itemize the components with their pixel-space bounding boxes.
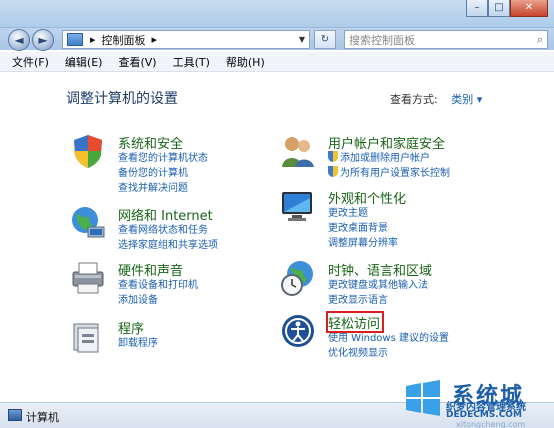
category-title[interactable]: 硬件和声音 (118, 260, 183, 279)
menu-edit[interactable]: 编辑(E) (65, 54, 103, 70)
page-title: 调整计算机的设置 (66, 91, 178, 107)
uac-shield-icon (328, 166, 338, 177)
view-by: 查看方式: 类别 ▾ (390, 91, 482, 107)
link-network-status[interactable]: 查看网络状态和任务 (118, 223, 218, 238)
link-uninstall[interactable]: 卸载程序 (118, 336, 158, 351)
link-change-theme[interactable]: 更改主题 (328, 206, 398, 221)
uac-shield-icon (328, 151, 338, 162)
breadcrumb-arrow[interactable]: ▸ (87, 33, 99, 46)
category-title[interactable]: 用户帐户和家庭安全 (328, 133, 445, 152)
refresh-button[interactable]: ↻ (314, 30, 336, 49)
monitor-icon (282, 192, 312, 221)
minimize-button[interactable]: – (466, 0, 488, 17)
link-keyboard-input[interactable]: 更改键盘或其他输入法 (328, 278, 428, 293)
ease-of-access-icon (282, 315, 314, 347)
menu-bar: 文件(F) 编辑(E) 查看(V) 工具(T) 帮助(H) (0, 52, 554, 72)
address-dropdown-icon[interactable]: ▼ (295, 35, 309, 44)
link-add-device[interactable]: 添加设备 (118, 293, 198, 308)
control-panel-icon (67, 33, 83, 46)
link-desktop-background[interactable]: 更改桌面背景 (328, 221, 398, 236)
link-display-language[interactable]: 更改显示语言 (328, 293, 428, 308)
window-controls: – □ ✕ (466, 0, 548, 17)
category-title[interactable]: 程序 (118, 318, 144, 337)
menu-help[interactable]: 帮助(H) (226, 54, 265, 70)
breadcrumb-control-panel[interactable]: 控制面板 (99, 32, 149, 48)
watermark-line2: DEDECMS.COM (446, 410, 522, 420)
title-bar: – □ ✕ (0, 0, 554, 28)
view-by-dropdown[interactable]: 类别 ▾ (451, 93, 482, 106)
link-devices-printers[interactable]: 查看设备和打印机 (118, 278, 198, 293)
search-placeholder: 搜索控制面板 (349, 33, 415, 47)
network-globe-icon (72, 207, 105, 238)
programs-icon (73, 323, 99, 353)
menu-file[interactable]: 文件(F) (12, 54, 49, 70)
users-icon (282, 137, 314, 167)
menu-view[interactable]: 查看(V) (118, 54, 156, 70)
watermark: 系统城 织梦内容管理系统 DEDECMS.COM xitongcheng.com (402, 376, 554, 428)
menu-tools[interactable]: 工具(T) (173, 54, 210, 70)
category-title[interactable]: 时钟、语言和区域 (328, 260, 432, 279)
link-homegroup[interactable]: 选择家庭组和共享选项 (118, 238, 218, 253)
link-screen-resolution[interactable]: 调整屏幕分辨率 (328, 236, 398, 251)
search-icon[interactable]: ⌕ (537, 33, 543, 47)
link-windows-recommended[interactable]: 使用 Windows 建议的设置 (328, 331, 449, 346)
link-backup[interactable]: 备份您的计算机 (118, 166, 208, 181)
category-title[interactable]: 外观和个性化 (328, 188, 406, 207)
address-bar[interactable]: ▸ 控制面板 ▸ ▼ (62, 30, 310, 49)
maximize-button[interactable]: □ (488, 0, 510, 17)
link-optimize-video[interactable]: 优化视频显示 (328, 346, 449, 361)
back-button[interactable]: ◄ (8, 29, 30, 51)
search-input[interactable]: 搜索控制面板 ⌕ (344, 30, 548, 49)
clock-globe-icon (281, 261, 313, 296)
shield-icon (74, 135, 102, 168)
category-title[interactable]: 系统和安全 (118, 133, 183, 152)
category-title[interactable]: 网络和 Internet (118, 205, 213, 224)
link-parental-controls[interactable]: 为所有用户设置家长控制 (328, 166, 450, 181)
ease-of-access-highlight (326, 311, 384, 333)
control-panel-content: 调整计算机的设置 查看方式: 类别 ▾ 系统和安全 查看您的计算机状态 备份您的… (0, 73, 554, 400)
watermark-line3: xitongcheng.com (456, 420, 526, 428)
status-text: 计算机 (26, 411, 59, 424)
view-by-label: 查看方式: (390, 93, 438, 106)
link-check-status[interactable]: 查看您的计算机状态 (118, 151, 208, 166)
forward-button[interactable]: ► (32, 29, 54, 51)
link-add-remove-accounts[interactable]: 添加或删除用户帐户 (328, 151, 450, 166)
breadcrumb-arrow-2[interactable]: ▸ (149, 33, 161, 46)
close-button[interactable]: ✕ (510, 0, 548, 17)
windows-logo-icon (406, 380, 440, 416)
printer-icon (72, 262, 104, 294)
link-troubleshoot[interactable]: 查找并解决问题 (118, 181, 208, 196)
computer-icon (8, 409, 22, 421)
navigation-bar: ◄ ► ▸ 控制面板 ▸ ▼ ↻ 搜索控制面板 ⌕ (0, 28, 554, 51)
